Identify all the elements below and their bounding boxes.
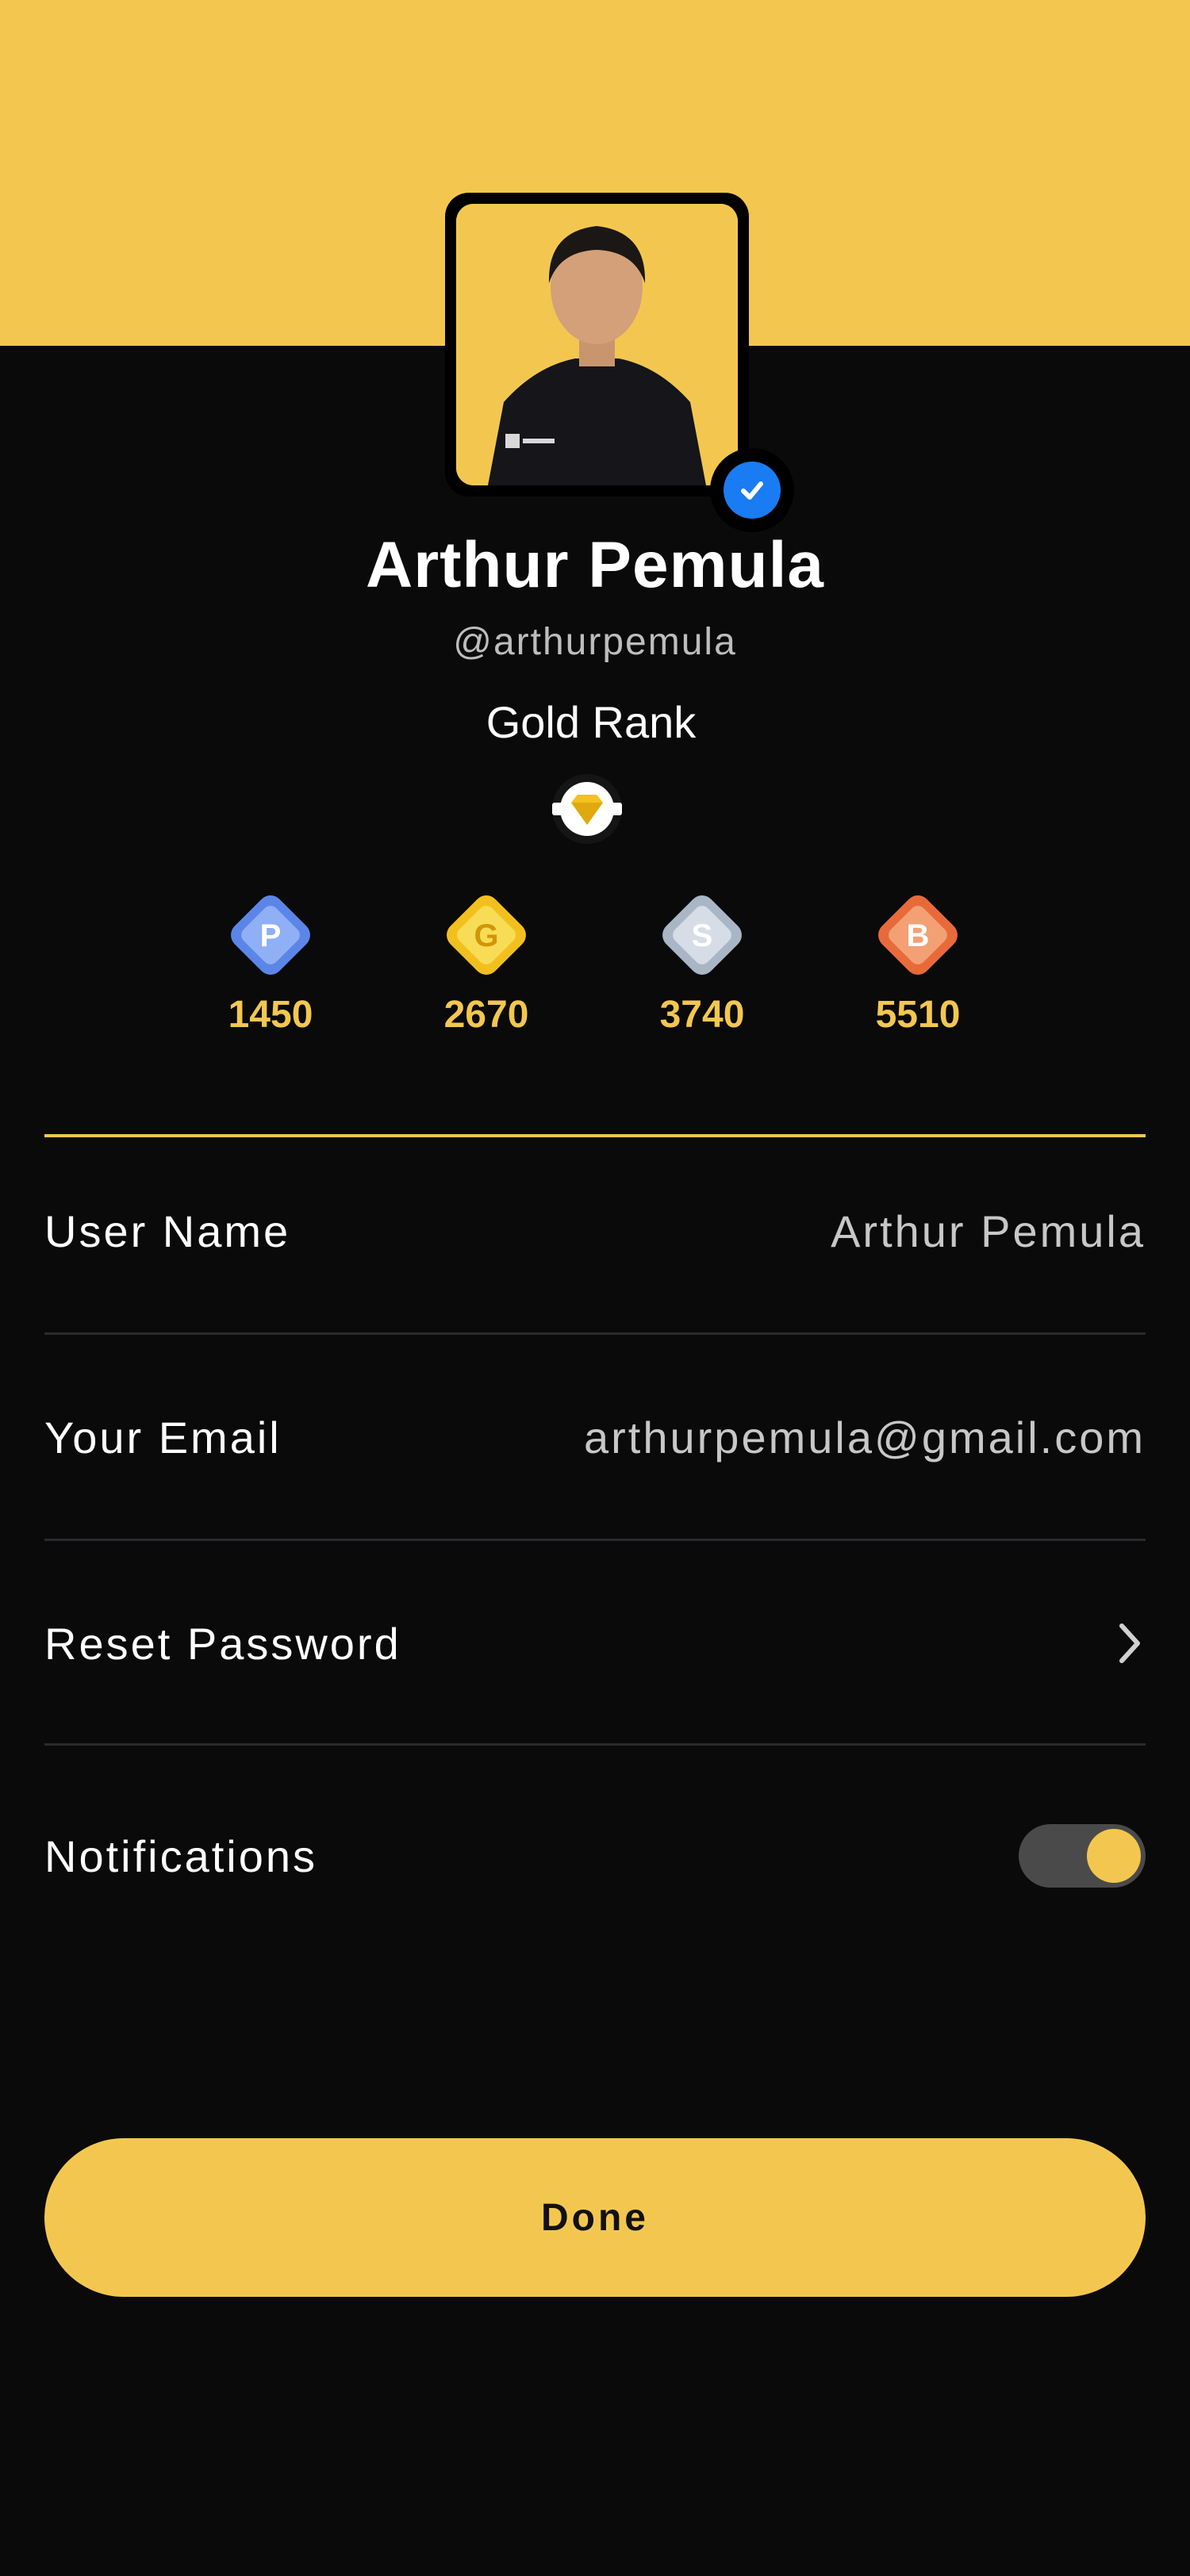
row-divider — [44, 1743, 1146, 1746]
reset-password-row[interactable]: Reset Password — [44, 1596, 1146, 1691]
bronze-badge-icon: B — [878, 895, 958, 975]
email-row[interactable]: Your Email arthurpemula@gmail.com — [44, 1390, 1146, 1485]
toggle-knob — [1087, 1829, 1141, 1883]
badge-silver-value: 3740 — [659, 994, 745, 1036]
row-divider — [44, 1332, 1146, 1335]
username-label: User Name — [44, 1206, 291, 1256]
profile-name: Arthur Pemula — [366, 529, 824, 601]
badge-platinum[interactable]: P 1450 — [219, 888, 322, 1037]
badge-bronze-value: 5510 — [875, 994, 961, 1036]
chevron-right-icon — [1119, 1623, 1140, 1663]
gold-badge-icon: G — [447, 895, 526, 975]
badge-silver[interactable]: S 3740 — [651, 888, 754, 1037]
done-button[interactable]: Done — [44, 2138, 1146, 2297]
reset-password-label: Reset Password — [44, 1618, 401, 1669]
badge-bronze[interactable]: B 5510 — [866, 888, 969, 1037]
avatar-photo — [456, 204, 738, 485]
svg-text:P: P — [260, 918, 282, 953]
rank-label: Gold Rank — [486, 697, 697, 747]
email-label: Your Email — [44, 1412, 282, 1462]
badge-platinum-value: 1450 — [228, 994, 313, 1036]
svg-text:S: S — [692, 918, 713, 953]
username-value: Arthur Pemula — [831, 1206, 1146, 1256]
section-divider — [44, 1134, 1146, 1137]
svg-text:G: G — [474, 918, 498, 953]
notifications-toggle[interactable] — [1019, 1824, 1146, 1888]
username-row[interactable]: User Name Arthur Pemula — [44, 1183, 1146, 1278]
svg-text:B: B — [907, 918, 930, 953]
profile-handle: @arthurpemula — [453, 621, 737, 663]
gold-rank-emblem-icon — [552, 774, 622, 844]
notifications-row: Notifications — [44, 1808, 1146, 1903]
checkmark-icon — [724, 462, 781, 519]
badge-gold[interactable]: G 2670 — [435, 888, 538, 1037]
silver-badge-icon: S — [662, 895, 742, 975]
verified-badge — [710, 448, 794, 532]
email-value: arthurpemula@gmail.com — [584, 1412, 1146, 1462]
notifications-label: Notifications — [44, 1830, 318, 1881]
row-divider — [44, 1539, 1146, 1541]
badge-gold-value: 2670 — [443, 994, 529, 1036]
platinum-badge-icon: P — [231, 895, 310, 975]
avatar[interactable] — [445, 193, 749, 496]
